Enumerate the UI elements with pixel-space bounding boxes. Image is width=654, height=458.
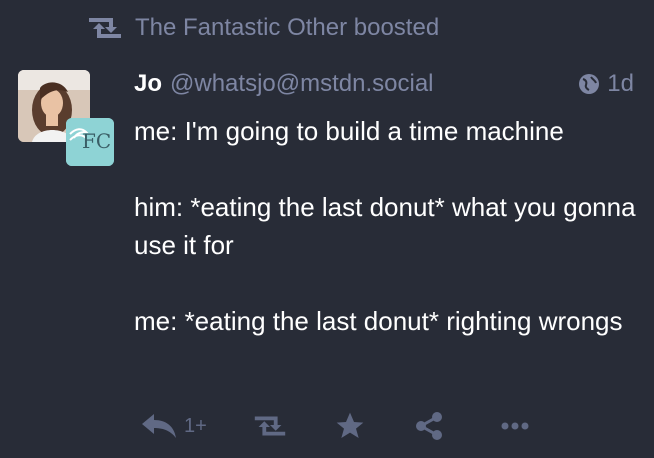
- boosted-by-text: The Fantastic Other boosted: [135, 14, 440, 41]
- relative-time[interactable]: 1d: [607, 70, 634, 98]
- share-button[interactable]: [413, 410, 445, 442]
- display-name[interactable]: Jo: [134, 70, 162, 98]
- share-icon: [415, 412, 442, 440]
- globe-icon: [579, 74, 600, 94]
- boosted-by-line[interactable]: The Fantastic Other boosted: [85, 10, 439, 46]
- booster-avatar[interactable]: FC: [66, 118, 114, 166]
- reply-count: 1+: [184, 414, 207, 437]
- star-icon: [336, 412, 364, 438]
- boost-button[interactable]: [251, 414, 289, 438]
- booster-avatar-text: FC: [82, 129, 111, 153]
- action-bar: 1+: [140, 404, 529, 448]
- ellipsis-icon: [501, 422, 529, 430]
- status-meta[interactable]: 1d: [577, 70, 634, 98]
- retweet-icon: [85, 17, 125, 39]
- status-paragraph: me: *eating the last donut* righting wro…: [134, 306, 623, 336]
- favourite-button[interactable]: [333, 410, 367, 442]
- status-content: me: I'm going to build a time machine hi…: [134, 112, 644, 340]
- reply-icon: [142, 414, 176, 438]
- status-header[interactable]: Jo @whatsjo@mstdn.social 1d: [134, 66, 634, 102]
- avatar-group[interactable]: FC: [18, 70, 116, 168]
- account-handle[interactable]: @whatsjo@mstdn.social: [170, 70, 433, 98]
- status-paragraph: me: I'm going to build a time machine: [134, 116, 564, 146]
- reply-button[interactable]: 1+: [140, 412, 207, 440]
- more-button[interactable]: [501, 421, 529, 431]
- retweet-icon: [254, 416, 286, 436]
- status-paragraph: him: *eating the last donut* what you go…: [134, 192, 636, 260]
